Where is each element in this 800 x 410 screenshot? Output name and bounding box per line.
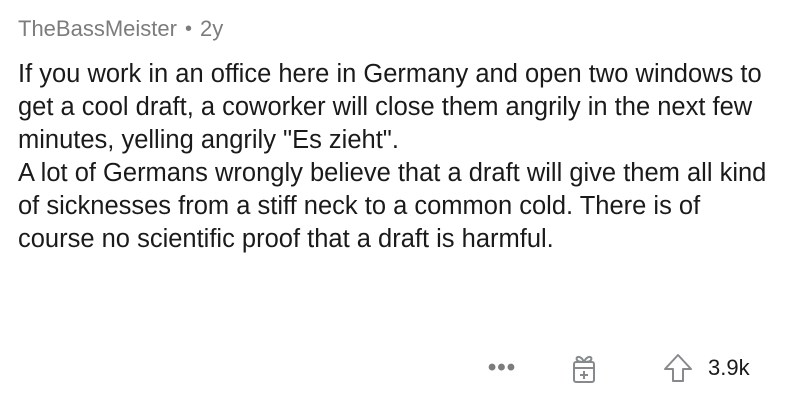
vote-score: 3.9k: [708, 355, 750, 380]
upvote-button[interactable]: [658, 348, 698, 388]
comment-paragraph: A lot of Germans wrongly believe that a …: [18, 159, 767, 253]
comment-paragraph: If you work in an office here in Germany…: [18, 60, 762, 154]
meta-separator: •: [184, 18, 192, 40]
more-dots-icon: •••: [487, 354, 517, 381]
more-options-button[interactable]: •••: [478, 354, 526, 382]
comment-meta: TheBassMeister • 2y: [18, 14, 223, 44]
comment-age[interactable]: 2y: [200, 16, 223, 42]
gift-icon: [573, 355, 595, 383]
comment-actions: ••• 3.9k: [18, 344, 788, 392]
comment-body: If you work in an office here in Germany…: [18, 58, 783, 256]
comment: TheBassMeister • 2y If you work in an of…: [18, 0, 788, 410]
award-button[interactable]: [564, 348, 604, 388]
author-name[interactable]: TheBassMeister: [18, 16, 177, 42]
arrow-up-icon: [664, 354, 692, 382]
